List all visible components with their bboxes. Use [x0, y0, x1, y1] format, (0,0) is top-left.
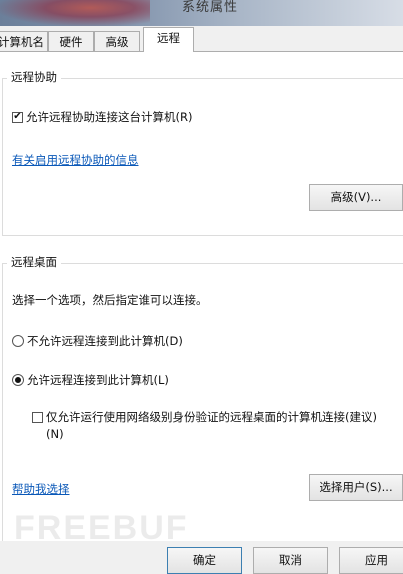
- allow-remote-label: 允许远程连接到此计算机(L): [27, 373, 169, 387]
- allow-remote-radio[interactable]: [12, 374, 24, 386]
- ok-button[interactable]: 确定: [167, 547, 242, 574]
- radio-selected-dot: [15, 377, 21, 383]
- nla-checkbox[interactable]: [32, 411, 43, 423]
- window-title: 系统属性: [182, 0, 239, 15]
- nla-label-line2: (N): [46, 427, 64, 441]
- remote-desktop-title: 远程桌面: [7, 254, 61, 270]
- help-me-choose-link[interactable]: 帮助我选择: [12, 481, 70, 497]
- deny-remote-row[interactable]: 不允许远程连接到此计算机(D): [12, 333, 183, 349]
- nla-checkbox-row[interactable]: 仅允许运行使用网络级别身份验证的远程桌面的计算机连接(建议): [32, 409, 377, 425]
- nla-label-line1: 仅允许运行使用网络级别身份验证的远程桌面的计算机连接(建议): [46, 410, 377, 424]
- tab-advanced[interactable]: 高级: [94, 31, 140, 51]
- advanced-button[interactable]: 高级(V)...: [309, 184, 403, 211]
- tab-remote[interactable]: 远程: [143, 27, 194, 52]
- remote-assistance-info-link[interactable]: 有关启用远程协助的信息: [12, 152, 139, 168]
- deny-remote-label: 不允许远程连接到此计算机(D): [27, 334, 183, 348]
- apply-button[interactable]: 应用: [339, 547, 403, 574]
- allow-remote-assistance-label: 允许远程协助连接这台计算机(R): [26, 110, 193, 124]
- title-bar: 系统属性: [0, 0, 403, 26]
- remote-desktop-instruction: 选择一个选项，然后指定谁可以连接。: [12, 293, 208, 307]
- title-bar-background: [0, 0, 150, 26]
- allow-remote-assistance-row[interactable]: ✔ 允许远程协助连接这台计算机(R): [12, 109, 192, 125]
- tab-computer-name[interactable]: 计算机名: [0, 31, 48, 51]
- tab-panel-remote: 远程协助 ✔ 允许远程协助连接这台计算机(R) 有关启用远程协助的信息 高级(V…: [0, 51, 403, 547]
- deny-remote-radio[interactable]: [12, 335, 24, 347]
- cancel-button[interactable]: 取消: [253, 547, 328, 574]
- allow-remote-row[interactable]: 允许远程连接到此计算机(L): [12, 372, 169, 388]
- remote-assistance-title: 远程协助: [7, 69, 61, 85]
- tab-hardware[interactable]: 硬件: [48, 31, 94, 51]
- allow-remote-assistance-checkbox[interactable]: ✔: [12, 111, 23, 123]
- select-users-button[interactable]: 选择用户(S)...: [309, 474, 403, 501]
